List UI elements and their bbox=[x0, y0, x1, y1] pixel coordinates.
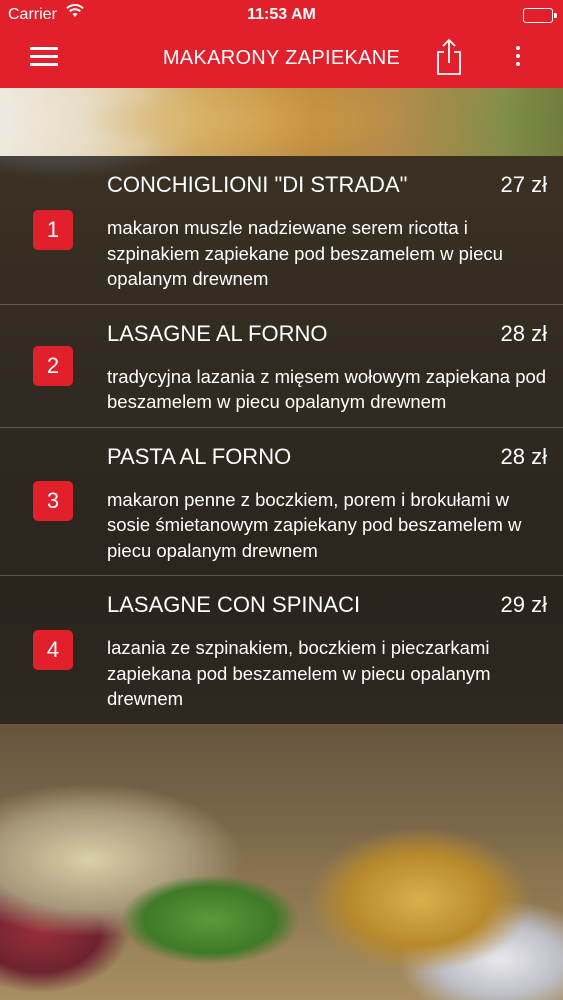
item-name: LASAGNE AL FORNO bbox=[107, 320, 328, 346]
item-description: tradycyjna lazania z mięsem wołowym zapi… bbox=[107, 365, 547, 413]
item-number-badge: 2 bbox=[33, 345, 73, 386]
navigation-bar: MAKARONY ZAPIEKANE bbox=[0, 30, 563, 88]
menu-item[interactable]: 4 LASAGNE CON SPINACI 29 zł lazania ze s… bbox=[0, 576, 563, 724]
item-number-badge: 4 bbox=[33, 629, 73, 670]
item-price: 29 zł bbox=[500, 592, 547, 617]
item-price: 28 zł bbox=[500, 443, 547, 469]
more-vertical-icon[interactable] bbox=[508, 43, 528, 71]
item-name: LASAGNE CON SPINACI bbox=[107, 592, 361, 617]
item-price: 28 zł bbox=[500, 320, 547, 346]
status-bar: Carrier 11:53 AM bbox=[0, 0, 563, 30]
battery-icon bbox=[523, 8, 557, 23]
clock: 11:53 AM bbox=[247, 6, 316, 23]
share-icon[interactable] bbox=[434, 38, 464, 76]
background-food-image-top bbox=[0, 88, 563, 156]
item-price: 27 zł bbox=[500, 172, 547, 197]
item-number-badge: 1 bbox=[33, 209, 73, 250]
menu-item[interactable]: 3 PASTA AL FORNO 28 zł makaron penne z b… bbox=[0, 428, 563, 576]
item-name: PASTA AL FORNO bbox=[107, 443, 292, 469]
menu-item[interactable]: 2 LASAGNE AL FORNO 28 zł tradycyjna laza… bbox=[0, 305, 563, 428]
item-name: CONCHIGLIONI "DI STRADA" bbox=[107, 172, 408, 197]
item-description: lazania ze szpinakiem, boczkiem i piecza… bbox=[107, 637, 491, 709]
page-title: MAKARONY ZAPIEKANE bbox=[162, 47, 401, 69]
menu-list: 1 CONCHIGLIONI "DI STRADA" 27 zł makaron… bbox=[0, 156, 563, 724]
item-number-badge: 3 bbox=[33, 481, 73, 522]
menu-item[interactable]: 1 CONCHIGLIONI "DI STRADA" 27 zł makaron… bbox=[0, 156, 563, 305]
item-description: makaron penne z boczkiem, porem i brokuł… bbox=[107, 488, 522, 561]
item-description: makaron muszle nadziewane serem ricotta … bbox=[107, 217, 503, 289]
